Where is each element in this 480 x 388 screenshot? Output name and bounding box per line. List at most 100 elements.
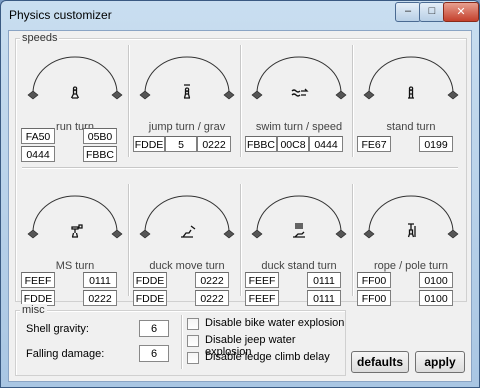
speed-cell-label: stand turn — [357, 121, 465, 133]
disable-jeep-water-explosion-checkbox[interactable] — [187, 335, 199, 347]
physics-customizer-window: Physics customizer – □ ✕ speeds run turn… — [0, 0, 480, 388]
disable-ledge-climb-delay-checkbox[interactable] — [187, 352, 199, 364]
misc-group: misc Shell gravity: 6 Falling damage: 6 … — [15, 304, 346, 376]
speed-cell: swim turn / speed FBBC 00C8 0444 — [245, 46, 353, 166]
speed-cell-label: MS turn — [21, 260, 129, 272]
right-handle-icon[interactable] — [447, 229, 459, 239]
shooting-figure-icon — [71, 224, 83, 238]
speed-cell: MS turn FEEF 0111 FDDE 0222 — [21, 185, 129, 306]
disable-bike-water-explosion-checkbox[interactable] — [187, 318, 199, 330]
speed-value-field[interactable]: FEEF — [245, 272, 279, 288]
minimize-icon: – — [404, 5, 412, 17]
speed-value-field[interactable]: FBBC — [83, 146, 117, 162]
speed-value-field[interactable]: 0111 — [307, 290, 341, 306]
standing-figure-icon — [408, 86, 414, 99]
speed-cell: stand turn FE67 0199 — [357, 46, 465, 166]
speeds-group-label: speeds — [20, 32, 60, 44]
speed-value-field[interactable]: 0100 — [419, 290, 453, 306]
shell-gravity-input[interactable]: 6 — [139, 320, 169, 337]
speed-cell: rope / pole turn FF00 0100 FF00 0100 — [357, 185, 465, 306]
speed-cell-label: rope / pole turn — [357, 260, 465, 272]
speed-value-field[interactable]: 5 — [165, 136, 197, 152]
speed-value-field[interactable]: FA50 — [21, 128, 55, 144]
speed-value-field[interactable]: 00C8 — [277, 136, 309, 152]
turn-arc-graphic — [251, 195, 347, 239]
speed-value-field[interactable]: 0111 — [83, 272, 117, 288]
misc-group-label: misc — [20, 304, 47, 316]
speed-value-field[interactable]: FEEF — [21, 272, 55, 288]
falling-damage-input[interactable]: 6 — [139, 345, 169, 362]
left-handle-icon[interactable] — [27, 90, 39, 100]
speed-value-field[interactable]: FF00 — [357, 290, 391, 306]
speed-value-field[interactable]: FDDE — [133, 290, 167, 306]
speed-cell-label-text: swim turn / speed — [254, 121, 344, 133]
maximize-button[interactable]: □ — [419, 2, 445, 22]
left-handle-icon[interactable] — [139, 90, 151, 100]
left-handle-icon[interactable] — [251, 229, 263, 239]
left-handle-icon[interactable] — [27, 229, 39, 239]
speed-value-field[interactable]: FEEF — [245, 290, 279, 306]
speed-value-field[interactable]: FBBC — [245, 136, 277, 152]
close-icon: ✕ — [456, 6, 466, 18]
left-handle-icon[interactable] — [251, 90, 263, 100]
ducking-figure-icon — [181, 225, 196, 238]
ducking-stand-figure-icon — [293, 223, 305, 238]
speed-cell-label: jump turn / grav — [133, 121, 241, 133]
speed-cell-label-text: duck stand turn — [260, 260, 338, 272]
speed-cell-label-text: duck move turn — [148, 260, 226, 272]
speed-value-field[interactable]: 0100 — [419, 272, 453, 288]
title-bar[interactable]: Physics customizer – □ ✕ — [1, 1, 479, 29]
speed-value-field[interactable]: 05B0 — [83, 128, 117, 144]
defaults-button[interactable]: defaults — [351, 351, 409, 373]
walking-figure-icon — [70, 86, 80, 99]
apply-button[interactable]: apply — [415, 351, 465, 373]
right-handle-icon[interactable] — [111, 229, 123, 239]
left-handle-icon[interactable] — [363, 90, 375, 100]
turn-arc — [256, 56, 342, 94]
right-handle-icon[interactable] — [335, 229, 347, 239]
turn-arc-graphic — [139, 195, 235, 239]
swimming-figure-icon — [291, 88, 309, 97]
left-handle-icon[interactable] — [139, 229, 151, 239]
speed-value-field[interactable]: FF00 — [357, 272, 391, 288]
speed-value-field[interactable]: 0222 — [197, 136, 231, 152]
turn-arc-graphic — [27, 195, 123, 239]
speed-cell: duck move turn FDDE 0222 FDDE 0222 — [133, 185, 241, 306]
turn-arc-graphic — [363, 195, 459, 239]
speed-value-field[interactable]: 0222 — [83, 290, 117, 306]
speed-value-field[interactable]: 0222 — [195, 290, 229, 306]
right-handle-icon[interactable] — [223, 90, 235, 100]
jumping-figure-icon — [183, 84, 191, 99]
turn-arc-graphic — [139, 56, 235, 100]
maximize-icon: □ — [428, 5, 436, 17]
speed-value-field[interactable]: 0199 — [419, 136, 453, 152]
minimize-button[interactable]: – — [395, 2, 421, 22]
close-button[interactable]: ✕ — [443, 2, 479, 22]
speed-cell-label-text: MS turn — [54, 260, 96, 272]
speed-cell-label-text: rope / pole turn — [373, 260, 449, 272]
dialog-client-area: speeds run turn FA50 05B0 0444 FBBC jump turn… — [8, 30, 472, 382]
speed-value-field[interactable]: 0444 — [21, 146, 55, 162]
falling-damage-label: Falling damage: — [26, 348, 105, 360]
right-handle-icon[interactable] — [447, 90, 459, 100]
divider — [22, 167, 458, 169]
shell-gravity-label: Shell gravity: — [26, 323, 89, 335]
right-handle-icon[interactable] — [335, 90, 347, 100]
speed-value-field[interactable]: FDDE — [133, 136, 165, 152]
speed-cell-label: duck stand turn — [245, 260, 353, 272]
speed-cell-label-text: jump turn / grav — [147, 121, 227, 133]
speed-cell-label: swim turn / speed — [245, 121, 353, 133]
speed-value-field[interactable]: 0222 — [195, 272, 229, 288]
speed-value-field[interactable]: 0444 — [309, 136, 343, 152]
right-handle-icon[interactable] — [223, 229, 235, 239]
turn-arc — [144, 195, 230, 233]
speed-value-field[interactable]: FE67 — [357, 136, 391, 152]
left-handle-icon[interactable] — [363, 229, 375, 239]
right-handle-icon[interactable] — [111, 90, 123, 100]
disable-ledge-climb-delay-label[interactable]: Disable ledge climb delay — [205, 351, 330, 363]
speed-value-field[interactable]: FDDE — [133, 272, 167, 288]
speed-value-field[interactable]: 0111 — [307, 272, 341, 288]
speed-cell: duck stand turn FEEF 0111 FEEF 0111 — [245, 185, 353, 306]
speed-cell-label-text: stand turn — [385, 121, 437, 133]
disable-bike-water-explosion-label[interactable]: Disable bike water explosion — [205, 317, 344, 329]
